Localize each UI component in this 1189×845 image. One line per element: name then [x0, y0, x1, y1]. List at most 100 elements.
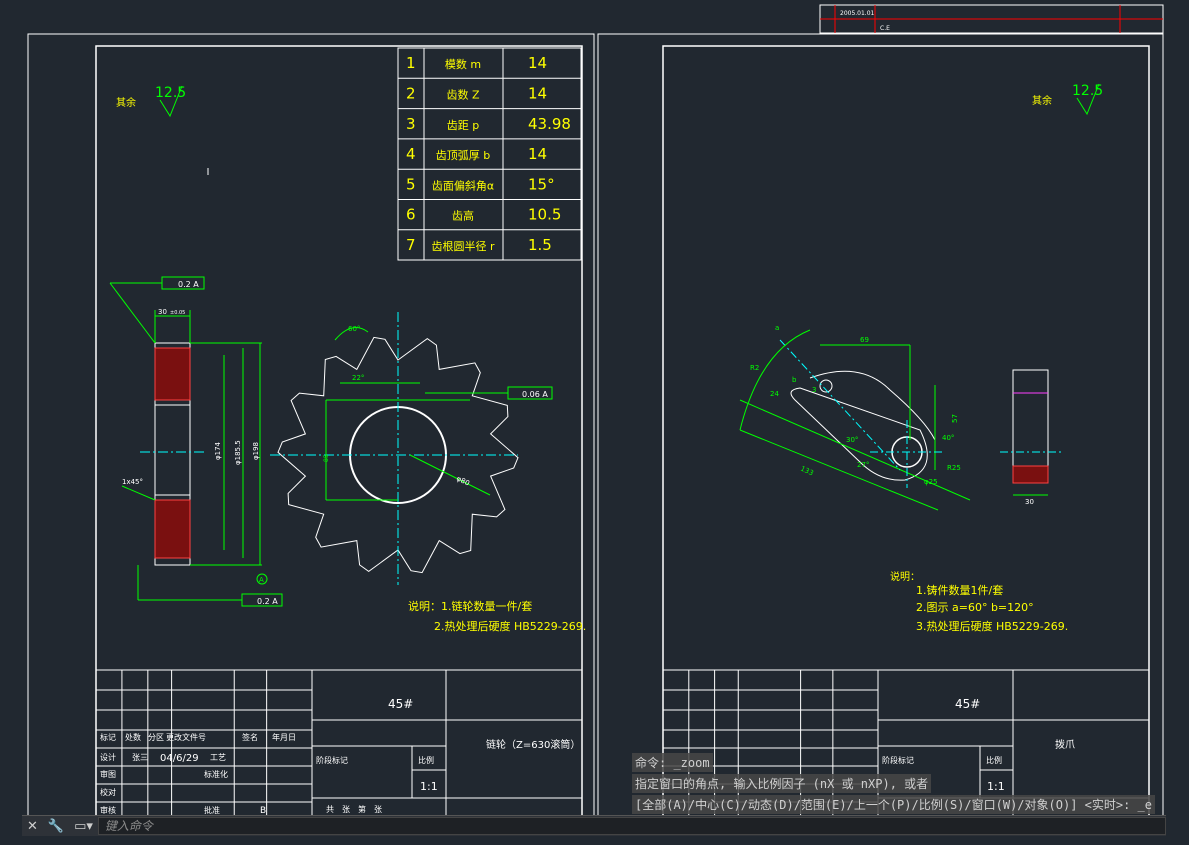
svg-text:0.06 A: 0.06 A [522, 390, 548, 399]
param-no: 5 [406, 175, 416, 193]
svg-text:69: 69 [860, 336, 869, 344]
svg-text:45#: 45# [955, 697, 980, 711]
svg-text:57: 57 [951, 414, 959, 423]
strip-right-text: C.E [880, 25, 890, 32]
param-no: 2 [406, 84, 416, 102]
claw-side-view: 30 [1000, 369, 1062, 506]
svg-text:其余: 其余 [116, 96, 136, 109]
right-roughness-note: 其余 12.5 [1032, 83, 1103, 116]
svg-text:1:1: 1:1 [420, 780, 438, 793]
svg-text:φ25: φ25 [924, 478, 938, 486]
param-value: 43.98 [528, 115, 571, 133]
svg-text:处数: 处数 [125, 732, 141, 742]
drawing-canvas[interactable]: 2005.01.01 C.E 其余 12.5 1 模数 m 14 2 齿数 Z 14 3 齿距… [0, 0, 1189, 845]
svg-text:比例: 比例 [418, 755, 434, 765]
svg-text:更改文件号: 更改文件号 [166, 732, 206, 742]
left-notes: 说明：1.链轮数量一件/套 2.热处理后硬度 HB5229-269. [408, 599, 586, 633]
right-inner-frame [662, 45, 1150, 821]
param-name: 模数 m [445, 58, 481, 71]
svg-text:审核: 审核 [100, 805, 116, 815]
command-history-line: [全部(A)/中心(C)/动态(D)/范围(E)/上一个(P)/比例(S)/窗口… [632, 795, 1155, 814]
svg-text:b: b [792, 376, 797, 384]
command-input[interactable] [97, 817, 1166, 835]
param-value: 1.5 [528, 236, 552, 254]
command-prompt-icon[interactable]: ▭▾ [69, 819, 98, 834]
svg-text:阶段标记: 阶段标记 [316, 755, 348, 765]
param-no: 3 [406, 115, 416, 133]
svg-text:共 张 第 张: 共 张 第 张 [326, 804, 382, 814]
svg-text:1x45°: 1x45° [122, 478, 143, 486]
param-value: 14 [528, 54, 547, 72]
svg-text:φ198: φ198 [252, 442, 260, 460]
svg-text:说明：1.链轮数量一件/套: 说明：1.链轮数量一件/套 [408, 599, 532, 613]
claw-part-view: 69 57 133 R25 φ25 30° 40° 27° R2 24 3 b … [739, 324, 971, 511]
param-value: 14 [528, 145, 547, 163]
svg-text:45#: 45# [388, 697, 413, 711]
svg-text:04/6/29: 04/6/29 [160, 753, 199, 764]
left-outer-frame [27, 33, 595, 821]
svg-text:链轮（Z=630滚筒）: 链轮（Z=630滚筒） [486, 738, 580, 751]
svg-text:分区: 分区 [148, 733, 164, 742]
command-history: 命令: _zoom 指定窗口的角点, 输入比例因子 (nX 或 nXP), 或者… [632, 753, 1172, 816]
right-outer-frame [597, 33, 1164, 821]
svg-text:φ185.5: φ185.5 [234, 440, 242, 465]
svg-text:工艺: 工艺 [210, 753, 226, 762]
svg-text:2.图示 a=60° b=120°: 2.图示 a=60° b=120° [916, 601, 1034, 614]
command-bar: ✕ 🔧 ▭▾ [22, 815, 1166, 836]
svg-text:φ174: φ174 [214, 441, 222, 460]
svg-text:校对: 校对 [100, 787, 116, 797]
svg-text:22°: 22° [352, 374, 364, 382]
param-value: 10.5 [528, 206, 561, 224]
command-history-line: 命令: _zoom [632, 753, 713, 772]
top-strip: 2005.01.01 C.E [819, 4, 1164, 34]
param-name: 齿距 p [447, 119, 479, 132]
svg-text:标记: 标记 [100, 732, 116, 742]
svg-text:30: 30 [158, 308, 167, 316]
param-value: 14 [528, 84, 547, 102]
svg-text:40°: 40° [942, 434, 954, 442]
svg-text:批准: 批准 [204, 805, 220, 815]
svg-text:1.铸件数量1件/套: 1.铸件数量1件/套 [916, 583, 1003, 597]
param-name: 齿高 [452, 209, 474, 223]
svg-text:张三: 张三 [132, 753, 148, 762]
svg-text:R2: R2 [750, 364, 759, 372]
param-name: 齿数 Z [446, 88, 479, 101]
svg-text:±0.05: ±0.05 [170, 310, 185, 316]
close-icon[interactable]: ✕ [22, 819, 43, 834]
svg-text:拨爪: 拨爪 [1055, 738, 1075, 751]
svg-text:30: 30 [1025, 498, 1034, 506]
svg-text:3: 3 [812, 386, 816, 394]
param-name: 齿面偏斜角α [432, 178, 494, 192]
svg-text:年月日: 年月日 [272, 732, 296, 742]
wrench-icon[interactable]: 🔧 [43, 819, 69, 834]
svg-text:2.热处理后硬度 HB5229-269.: 2.热处理后硬度 HB5229-269. [434, 619, 586, 633]
param-no: 4 [406, 145, 416, 163]
command-history-line: 指定窗口的角点, 输入比例因子 (nX 或 nXP), 或者 [632, 774, 932, 793]
param-no: 1 [406, 54, 416, 72]
left-roughness-note: 其余 12.5 [116, 85, 186, 118]
svg-text:A: A [259, 576, 264, 584]
svg-text:0.2 A: 0.2 A [178, 280, 199, 289]
svg-text:签名: 签名 [242, 732, 258, 742]
right-notes: 说明： 1.铸件数量1件/套 2.图示 a=60° b=120° 3.热处理后硬… [890, 570, 1068, 633]
svg-text:R25: R25 [947, 464, 961, 472]
param-value: 15° [528, 175, 555, 193]
param-name: 齿根圆半径 r [431, 239, 494, 253]
gear-param-table: 1 模数 m 14 2 齿数 Z 14 3 齿距 p 43.98 4 齿顶弧厚 b 14 5 齿面偏斜角α… [397, 47, 582, 261]
svg-text:a: a [775, 324, 779, 332]
svg-text:标准化: 标准化 [204, 769, 228, 779]
svg-text:27°: 27° [857, 461, 869, 469]
svg-text:30°: 30° [846, 436, 858, 444]
svg-text:133: 133 [799, 465, 815, 478]
left-inner-frame [95, 45, 583, 821]
gear-side-view: 30 ±0.05 φ174 φ185.5 φ198 1x45° 0.2 A 0.… [109, 276, 283, 607]
left-title-block: 45# 链轮（Z=630滚筒） 阶段标记 比例 1:1 共 张 第 张 标记 处… [95, 669, 583, 821]
param-no: 7 [406, 236, 416, 254]
svg-text:85: 85 [323, 454, 330, 462]
svg-text:24: 24 [770, 390, 779, 398]
svg-text:其余: 其余 [1032, 94, 1052, 107]
strip-left-text: 2005.01.01 [840, 10, 875, 17]
param-no: 6 [406, 206, 416, 224]
param-name: 齿顶弧厚 b [436, 148, 490, 162]
svg-text:设计: 设计 [100, 752, 116, 762]
